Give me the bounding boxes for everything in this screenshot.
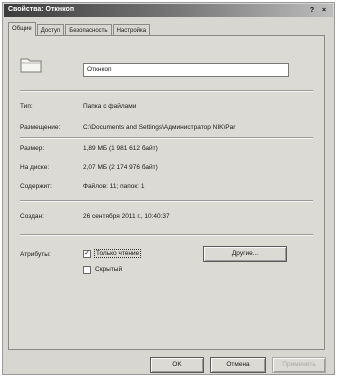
ondisk-label: На диске: xyxy=(20,164,50,171)
readonly-checkbox[interactable]: ✓ xyxy=(83,250,91,258)
hidden-label[interactable]: Скрытый xyxy=(95,266,122,273)
created-value: 26 сентября 2011 г., 10:40:37 xyxy=(83,213,170,220)
hidden-checkbox[interactable] xyxy=(83,266,91,274)
location-label: Размещение: xyxy=(20,124,61,131)
attributes-label: Атрибуты: xyxy=(20,251,51,258)
separator xyxy=(20,90,313,92)
general-tab-panel xyxy=(8,35,325,350)
type-label: Тип: xyxy=(20,103,33,110)
ondisk-value: 2,07 МБ (2 174 976 байт) xyxy=(83,164,158,171)
location-value: C:\Documents and Settings\Администратор … xyxy=(83,124,236,131)
folder-name-field[interactable]: Откнкоп xyxy=(83,63,289,77)
ok-button[interactable]: OK xyxy=(150,357,204,373)
contains-value: Файлов: 11; папок: 1 xyxy=(83,183,145,190)
tab-general[interactable]: Общие xyxy=(8,22,36,36)
help-button[interactable]: ? xyxy=(307,6,317,15)
check-mark-icon: ✓ xyxy=(84,250,90,257)
separator xyxy=(20,137,313,139)
created-label: Создан: xyxy=(20,213,44,220)
separator xyxy=(20,234,313,236)
size-label: Размер: xyxy=(20,145,45,152)
contains-label: Содержит: xyxy=(20,183,52,190)
cancel-button[interactable]: Отмена xyxy=(210,357,266,373)
window-title: Свойства: Откнкоп xyxy=(8,6,75,13)
separator xyxy=(20,200,313,202)
size-value: 1,89 МБ (1 981 612 байт) xyxy=(83,145,158,152)
title-bar[interactable]: Свойства: Откнкоп ? × xyxy=(4,4,333,17)
other-attributes-button[interactable]: Другие... xyxy=(203,246,287,262)
tab-strip: Общие Доступ Безопасность Настройка xyxy=(8,22,151,36)
apply-button[interactable]: Применить xyxy=(272,357,326,373)
close-button[interactable]: × xyxy=(319,6,329,15)
type-value: Папка с файлами xyxy=(83,103,137,110)
readonly-label[interactable]: Только чтение xyxy=(93,249,142,258)
folder-icon xyxy=(20,58,42,73)
